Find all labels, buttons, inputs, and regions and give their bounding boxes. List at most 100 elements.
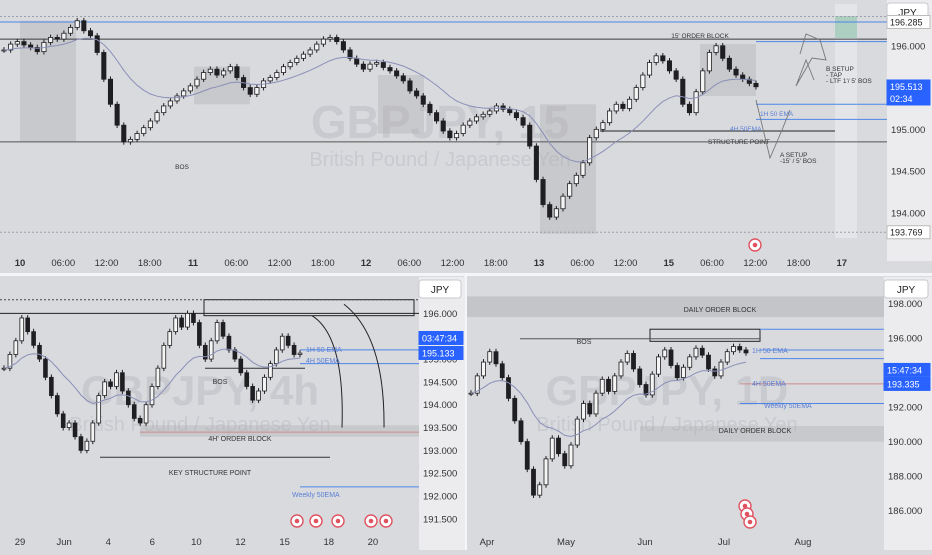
x-tick-label: 06:00 — [51, 258, 75, 269]
y-tick-label: 192.500 — [423, 469, 457, 480]
candle — [627, 98, 633, 109]
price-tag-label: 03:47:34 — [422, 333, 457, 343]
candle — [78, 436, 84, 451]
candle — [531, 468, 536, 496]
candle — [227, 66, 233, 72]
candle — [320, 38, 326, 45]
candle — [712, 368, 718, 377]
x-tick-label: Jul — [718, 537, 730, 548]
candle — [54, 37, 60, 40]
candle — [640, 74, 646, 88]
candle — [121, 124, 127, 143]
y-tick-label: 198.000 — [888, 299, 922, 310]
candle — [127, 138, 133, 143]
annotation-label: BOS — [175, 164, 189, 171]
x-tick-label: 12 — [361, 258, 372, 269]
x-tick-label: 12:00 — [743, 258, 767, 269]
candle — [593, 128, 599, 139]
annotation-label: - LTF 1'/ 5' BOS — [826, 78, 872, 85]
candle — [533, 145, 539, 180]
candle — [593, 392, 599, 415]
candle — [553, 208, 559, 218]
candle — [84, 440, 90, 451]
candle — [673, 70, 679, 80]
candle — [13, 340, 19, 355]
candle — [66, 422, 72, 428]
candle — [31, 331, 36, 346]
event-icon[interactable] — [379, 514, 393, 528]
candle — [493, 351, 499, 365]
candle — [214, 322, 220, 342]
event-icon[interactable] — [743, 515, 757, 529]
candle — [147, 120, 153, 129]
candle — [473, 116, 480, 122]
annotation-label: 4H 50EMA — [730, 126, 762, 133]
candle — [520, 117, 526, 126]
candle — [506, 377, 511, 399]
candle — [238, 358, 244, 374]
candle — [287, 62, 293, 68]
candle — [527, 124, 533, 147]
candle — [562, 453, 568, 467]
candle — [90, 422, 96, 442]
candle — [612, 375, 618, 392]
y-tick-label: 193.500 — [423, 423, 457, 434]
candle — [274, 349, 279, 365]
candle — [102, 381, 107, 396]
x-tick-label: 20 — [368, 537, 379, 548]
candle — [599, 378, 605, 394]
x-tick-label: 11 — [188, 258, 199, 269]
price-tag-label: 193.335 — [887, 379, 920, 389]
candle — [687, 356, 693, 368]
annotation-label: -15' / 5' BOS — [780, 158, 817, 165]
candle — [234, 66, 240, 78]
annotation-label: Weekly 50EMA — [764, 403, 812, 410]
candle — [680, 78, 686, 105]
candle — [387, 67, 393, 72]
candle — [244, 372, 250, 387]
event-icon[interactable] — [364, 514, 378, 528]
candle — [380, 62, 386, 68]
event-icon-dot — [368, 518, 374, 524]
candle — [674, 365, 680, 379]
candle — [618, 361, 624, 377]
event-icon[interactable] — [309, 514, 323, 528]
x-tick-label: Jun — [56, 537, 71, 548]
x-tick-label: Aug — [795, 537, 812, 548]
candle — [737, 346, 743, 351]
candle — [468, 392, 474, 395]
event-icon[interactable] — [290, 514, 304, 528]
order-block-4h-zone — [140, 425, 419, 437]
candle — [279, 335, 285, 351]
event-flash-icon[interactable] — [748, 238, 762, 252]
chart-canvas: GBPJPY, 15British Pound / Japanese YenJP… — [0, 0, 932, 550]
x-tick-label: 06:00 — [700, 258, 724, 269]
candle — [134, 133, 140, 140]
candle — [74, 20, 80, 28]
candle — [613, 103, 619, 112]
candle — [454, 133, 460, 139]
candle — [733, 68, 739, 76]
annotation-label: 15' ORDER BLOCK — [671, 33, 729, 40]
annotation-label: 1H 50 EMA — [306, 347, 342, 354]
candle — [556, 437, 561, 455]
candle — [49, 376, 54, 396]
candle — [420, 95, 426, 105]
x-tick-label: 29 — [15, 537, 26, 548]
price-tag-label: 196.285 — [890, 17, 923, 27]
x-tick-label: Apr — [480, 537, 495, 548]
y-tick-label: 190.000 — [888, 437, 922, 448]
candle — [656, 356, 661, 375]
event-icon[interactable] — [331, 514, 345, 528]
candle — [467, 120, 473, 126]
candle — [487, 110, 493, 115]
y-tick-label: 196.000 — [891, 41, 925, 52]
x-tick-label: 15 — [279, 537, 290, 548]
candle — [154, 112, 160, 122]
candle — [543, 458, 549, 486]
candle — [374, 62, 380, 65]
annotation-label: 4H 50EMA — [752, 381, 786, 388]
candle — [724, 351, 730, 363]
annotation-label: 4H' ORDER BLOCK — [208, 436, 272, 443]
candle — [693, 347, 699, 358]
